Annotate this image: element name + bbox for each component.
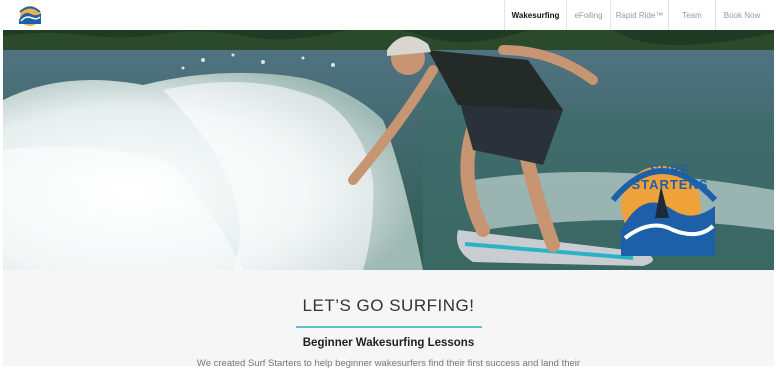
section-subtitle: Beginner Wakesurfing Lessons	[302, 337, 475, 349]
intro-section: LET’S GO SURFING! Beginner Wakesurfing L…	[3, 270, 774, 369]
nav-item-efoiling[interactable]: eFoiling	[566, 0, 610, 30]
top-navigation-bar: Wakesurfing eFoiling Rapid Ride™ Team Bo…	[0, 0, 776, 30]
surf-starters-logo[interactable]	[16, 4, 44, 28]
page-title: LET’S GO SURFING!	[302, 296, 475, 315]
nav-label: eFoiling	[574, 10, 603, 20]
title-underline-divider	[296, 326, 482, 328]
nav-label: Wakesurfing	[511, 10, 560, 20]
hero-logo-text: SURF STARTERS	[631, 162, 709, 192]
main-nav: Wakesurfing eFoiling Rapid Ride™ Team Bo…	[504, 0, 768, 30]
nav-label: Book Now	[723, 10, 761, 20]
nav-label: Rapid Ride™	[615, 10, 664, 20]
wakesurfer-riding-wave-photo: SURF STARTERS	[3, 30, 774, 270]
nav-item-rapid-ride[interactable]: Rapid Ride™	[610, 0, 668, 30]
nav-item-wakesurfing[interactable]: Wakesurfing	[504, 0, 566, 30]
nav-item-team[interactable]: Team	[668, 0, 715, 30]
nav-label: Team	[682, 10, 702, 20]
nav-item-book-now[interactable]: Book Now	[715, 0, 768, 30]
intro-paragraph: We created Surf Starters to help beginne…	[196, 358, 581, 369]
